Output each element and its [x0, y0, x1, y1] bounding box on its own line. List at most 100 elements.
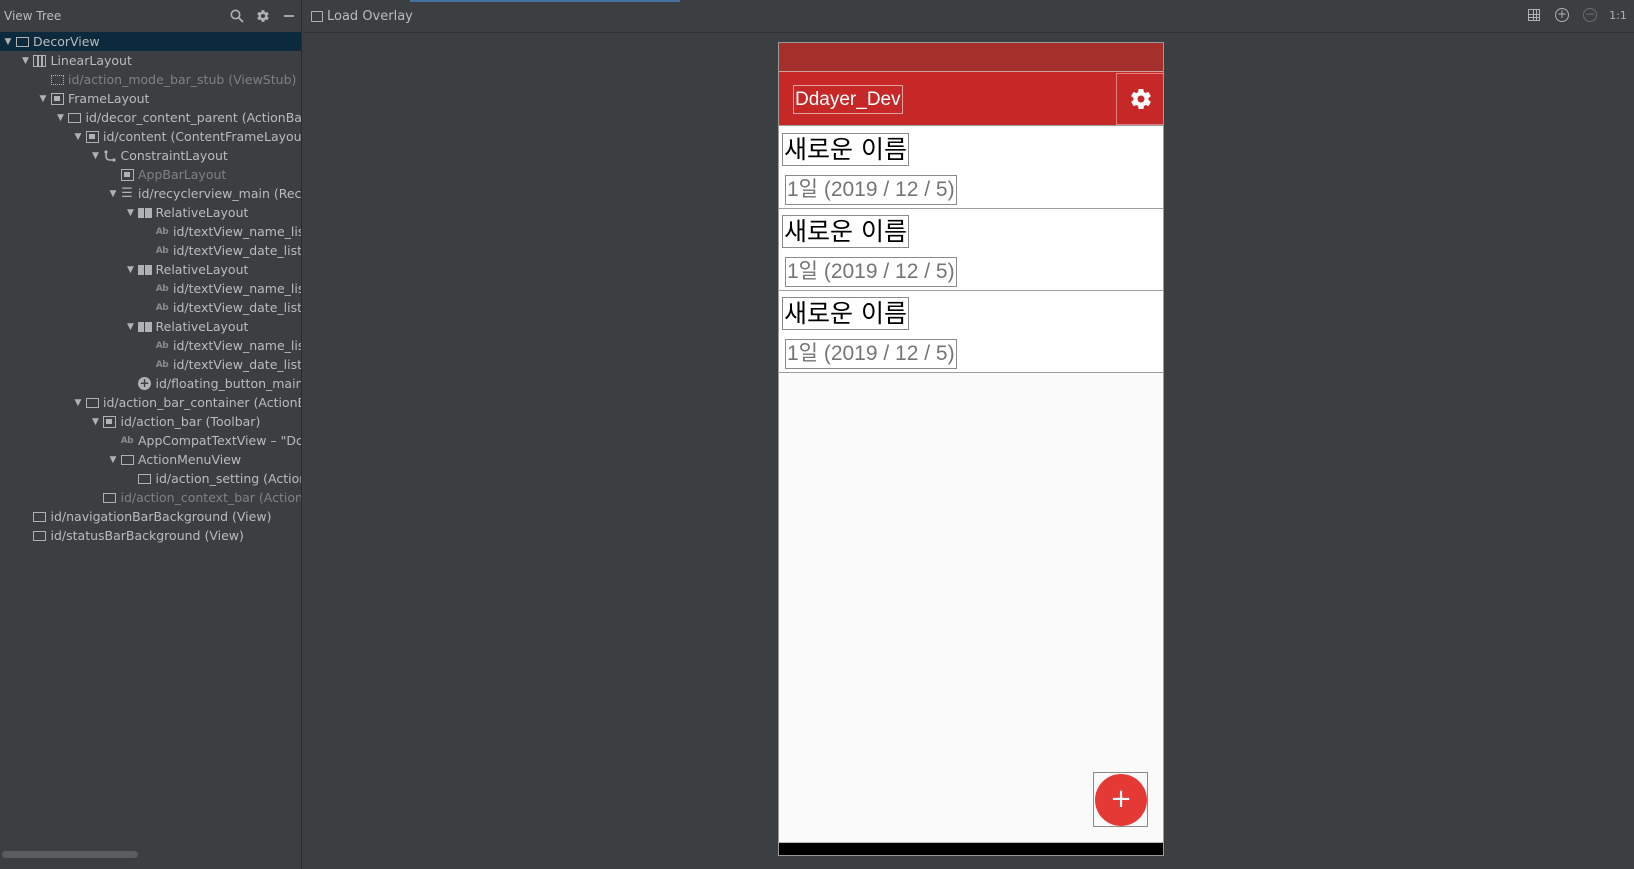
- view-tree: ▼DecorView▼LinearLayout▼id/action_mode_b…: [0, 32, 302, 545]
- tree-row[interactable]: ▼ RelativeLayout: [0, 260, 301, 279]
- horizontal-scrollbar[interactable]: [2, 851, 138, 858]
- box-icon: [137, 472, 153, 486]
- expand-arrow-icon[interactable]: ▼: [37, 94, 49, 104]
- tree-row[interactable]: ▼ FrameLayout: [0, 89, 301, 108]
- expand-arrow-icon[interactable]: ▼: [125, 208, 137, 218]
- tree-row-label: id/action_context_bar (ActionBarContextV…: [120, 490, 302, 505]
- item-date: 1일 (2019 / 12 / 5): [785, 257, 957, 287]
- tree-row-label: id/decor_content_parent (ActionBarOverla…: [85, 110, 302, 125]
- app-title: Ddayer_Dev: [793, 85, 903, 114]
- constraint-layout-icon: [102, 149, 118, 163]
- textview-icon: Ab: [155, 340, 169, 351]
- textview-icon: Ab: [120, 435, 134, 446]
- tree-row[interactable]: ▼Abid/textView_name_list: [0, 279, 301, 298]
- box-icon: [32, 510, 48, 524]
- tree-row[interactable]: ▼ id/action_bar (Toolbar): [0, 412, 301, 431]
- expand-arrow-icon[interactable]: ▼: [107, 455, 119, 465]
- settings-button[interactable]: [1116, 73, 1163, 125]
- textview-icon: Ab: [155, 359, 169, 370]
- tree-row-label: id/textView_date_list: [173, 243, 302, 258]
- tree-row-label: id/floating_button_main (FloatingActionB…: [155, 376, 302, 391]
- tree-row-label: LinearLayout: [50, 53, 132, 68]
- tree-row[interactable]: ▼Abid/textView_date_list: [0, 241, 302, 260]
- frame-layout-icon: [84, 130, 100, 144]
- textview-icon: Ab: [155, 226, 169, 237]
- tree-row-label: id/action_setting (ActionMenuItemView): [155, 471, 302, 486]
- tree-row[interactable]: ▼ id/decor_content_parent (ActionBarOverl…: [0, 108, 302, 127]
- action-bar: Ddayer_Dev: [779, 72, 1163, 126]
- tree-row-label: ConstraintLayout: [120, 148, 228, 163]
- navigation-bar-background: [779, 842, 1163, 855]
- tree-row[interactable]: ▼id/action_context_bar (ActionBarContext…: [0, 488, 302, 507]
- tree-row[interactable]: ▼☰ id/recyclerview_main (RecyclerView): [0, 184, 301, 203]
- tree-row[interactable]: ▼+id/floating_button_main (FloatingActio…: [0, 374, 302, 393]
- tree-row[interactable]: ▼id/navigationBarBackground (View): [0, 507, 301, 526]
- tree-row[interactable]: ▼Abid/textView_name_list: [0, 222, 302, 241]
- tree-row-label: DecorView: [33, 34, 100, 49]
- device-preview: Ddayer_Dev 새로운 이름 1일 (2019 / 12 / 5) 새로운…: [778, 42, 1164, 856]
- box-icon: [119, 453, 135, 467]
- tree-row-label: id/action_mode_bar_stub (ViewStub): [68, 72, 297, 87]
- minimize-icon[interactable]: [276, 3, 301, 29]
- item-date: 1일 (2019 / 12 / 5): [785, 339, 957, 369]
- expand-arrow-icon[interactable]: ▼: [72, 398, 84, 408]
- tree-row[interactable]: ▼AbAppCompatTextView – "Ddayer_Dev": [0, 431, 302, 450]
- search-icon[interactable]: [224, 3, 250, 29]
- tree-row[interactable]: ▼id/action_setting (ActionMenuItemView): [0, 469, 302, 488]
- expand-arrow-icon[interactable]: ▼: [125, 265, 137, 275]
- tree-row[interactable]: ▼AppBarLayout: [0, 165, 301, 184]
- tree-row-label: FrameLayout: [68, 91, 150, 106]
- box-icon: [84, 396, 100, 410]
- linear-layout-icon: [32, 54, 48, 68]
- tree-row[interactable]: ▼ RelativeLayout: [0, 203, 301, 222]
- tree-row-label: AppCompatTextView – "Ddayer_Dev": [138, 433, 302, 448]
- gear-icon[interactable]: [250, 3, 276, 29]
- list-item[interactable]: 새로운 이름 1일 (2019 / 12 / 5): [779, 127, 1163, 209]
- item-name: 새로운 이름: [782, 297, 909, 330]
- expand-arrow-icon[interactable]: ▼: [90, 151, 102, 161]
- zoom-in-button[interactable]: +: [1554, 7, 1570, 23]
- relative-layout-icon: [137, 320, 153, 334]
- tree-row[interactable]: ▼ ConstraintLayout: [0, 146, 301, 165]
- expand-arrow-icon[interactable]: ▼: [72, 132, 84, 142]
- tree-row[interactable]: ▼id/action_mode_bar_stub (ViewStub): [0, 70, 301, 89]
- tree-row-label: id/textView_name_list: [173, 224, 302, 239]
- tree-row[interactable]: ▼Abid/textView_date_list: [0, 355, 302, 374]
- fab-icon: +: [138, 376, 151, 390]
- load-overlay-button[interactable]: Load Overlay: [303, 9, 413, 24]
- active-tab-indicator: [410, 0, 680, 2]
- tree-row[interactable]: ▼Abid/textView_date_list: [0, 298, 301, 317]
- expand-arrow-icon[interactable]: ▼: [90, 417, 102, 427]
- expand-arrow-icon[interactable]: ▼: [107, 189, 119, 199]
- expand-arrow-icon[interactable]: ▼: [20, 56, 32, 66]
- tree-row-label: id/navigationBarBackground (View): [50, 509, 272, 524]
- tree-row[interactable]: ▼ id/action_bar_container (ActionBarConta…: [0, 393, 301, 412]
- tree-row[interactable]: ▼Abid/textView_name_list: [0, 336, 302, 355]
- zoom-out-button[interactable]: −: [1582, 7, 1598, 23]
- tree-row-label: id/textView_name_list: [173, 338, 302, 353]
- tree-row-label: id/action_bar_container (ActionBarContai…: [103, 395, 301, 410]
- item-name: 새로운 이름: [782, 133, 909, 166]
- expand-arrow-icon[interactable]: ▼: [55, 113, 67, 123]
- add-floating-button[interactable]: +: [1095, 774, 1147, 826]
- tree-row[interactable]: ▼ DecorView: [0, 32, 301, 51]
- tree-row[interactable]: ▼ id/content (ContentFrameLayout): [0, 127, 301, 146]
- expand-arrow-icon[interactable]: ▼: [2, 37, 14, 47]
- toggle-grid-button[interactable]: [1526, 7, 1542, 23]
- tree-row-label: RelativeLayout: [155, 319, 249, 334]
- tree-row[interactable]: ▼ RelativeLayout: [0, 317, 301, 336]
- actual-size-button[interactable]: 1:1: [1609, 7, 1627, 23]
- tree-row-label: id/textView_date_list: [173, 357, 302, 372]
- tree-row-label: id/statusBarBackground (View): [50, 528, 244, 543]
- expand-arrow-icon[interactable]: ▼: [125, 322, 137, 332]
- tree-row[interactable]: ▼ LinearLayout: [0, 51, 301, 70]
- tree-row[interactable]: ▼ ActionMenuView: [0, 450, 301, 469]
- textview-icon: Ab: [155, 302, 169, 313]
- relative-layout-icon: [137, 263, 153, 277]
- list-item[interactable]: 새로운 이름 1일 (2019 / 12 / 5): [779, 291, 1163, 373]
- relative-layout-icon: [137, 206, 153, 220]
- preview-area: Load Overlay + − 1:1 Ddayer_Dev 새로운 이름 1: [303, 0, 1634, 869]
- tree-row[interactable]: ▼id/statusBarBackground (View): [0, 526, 301, 545]
- list-item[interactable]: 새로운 이름 1일 (2019 / 12 / 5): [779, 209, 1163, 291]
- list-icon: ☰: [121, 186, 133, 201]
